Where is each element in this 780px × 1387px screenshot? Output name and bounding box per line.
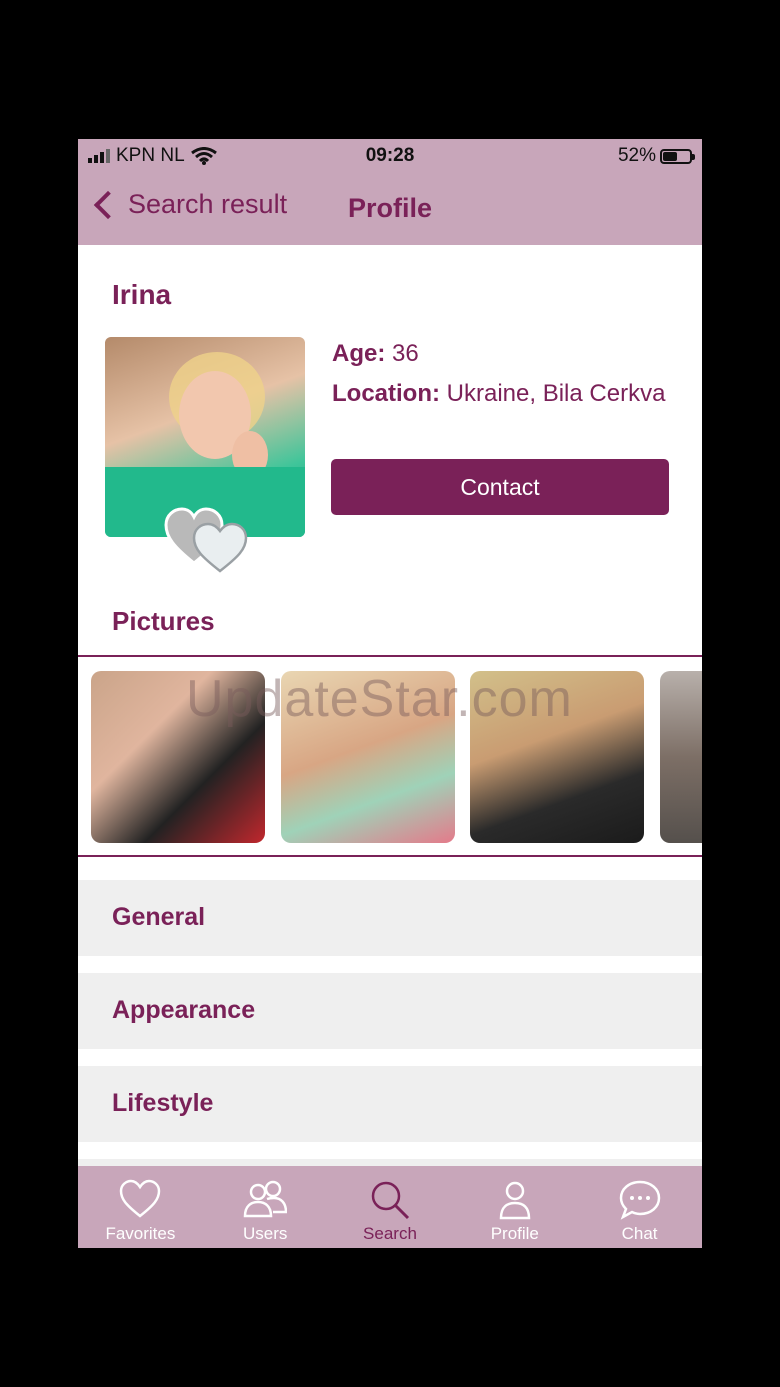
search-icon xyxy=(371,1181,410,1220)
tab-label: Users xyxy=(242,1224,288,1243)
location-value: Ukraine, Bila Cerkva xyxy=(446,380,666,407)
battery-icon xyxy=(660,148,695,164)
age-row: Age: 36 xyxy=(332,337,672,371)
phone-screen: KPN NL 09:28 52% Search result Profile I… xyxy=(78,139,702,1248)
battery-group: 52% xyxy=(617,145,695,167)
navigation-bar: Search result Profile xyxy=(78,173,702,245)
person-icon xyxy=(499,1181,531,1220)
location-label: Location: xyxy=(332,380,440,407)
favorite-hearts-icon[interactable] xyxy=(164,501,254,573)
status-bar: KPN NL 09:28 52% xyxy=(78,139,702,173)
tab-chat[interactable]: Chat xyxy=(577,1166,702,1248)
section-general[interactable]: General xyxy=(78,880,702,956)
location-row: Location: Ukraine, Bila Cerkva xyxy=(332,377,672,411)
chat-bubble-icon xyxy=(619,1180,660,1220)
page-title: Profile xyxy=(348,193,433,223)
age-value: 36 xyxy=(392,340,419,367)
back-button[interactable]: Search result xyxy=(92,189,287,220)
gallery-photo[interactable] xyxy=(660,671,702,843)
chevron-left-icon xyxy=(93,190,123,219)
back-label: Search result xyxy=(128,189,288,219)
section-label: General xyxy=(112,903,206,931)
tab-bar: Favorites Users Search Profile Chat xyxy=(78,1166,702,1248)
tab-label: Search xyxy=(363,1224,417,1243)
tab-label: Chat xyxy=(621,1224,658,1243)
clock: 09:28 xyxy=(365,145,415,166)
contact-button[interactable]: Contact xyxy=(331,459,669,515)
pictures-heading: Pictures xyxy=(112,606,215,636)
profile-info: Age: 36 Location: Ukraine, Bila Cerkva xyxy=(332,337,672,417)
tab-profile[interactable]: Profile xyxy=(452,1166,577,1248)
users-icon xyxy=(243,1180,288,1218)
battery-percent: 52% xyxy=(617,145,656,166)
section-label: Appearance xyxy=(112,996,256,1024)
age-label: Age: xyxy=(332,340,386,367)
heart-icon xyxy=(120,1179,161,1218)
section-appearance[interactable]: Appearance xyxy=(78,973,702,1049)
tab-label: Profile xyxy=(490,1224,539,1243)
section-lifestyle[interactable]: Lifestyle xyxy=(78,1066,702,1142)
watermark: UpdateStar.com xyxy=(186,670,573,728)
section-label: Lifestyle xyxy=(112,1089,214,1117)
tab-search[interactable]: Search xyxy=(328,1166,453,1248)
tab-favorites[interactable]: Favorites xyxy=(78,1166,203,1248)
tab-users[interactable]: Users xyxy=(203,1166,328,1248)
profile-name: Irina xyxy=(112,279,172,310)
tab-label: Favorites xyxy=(105,1224,176,1243)
